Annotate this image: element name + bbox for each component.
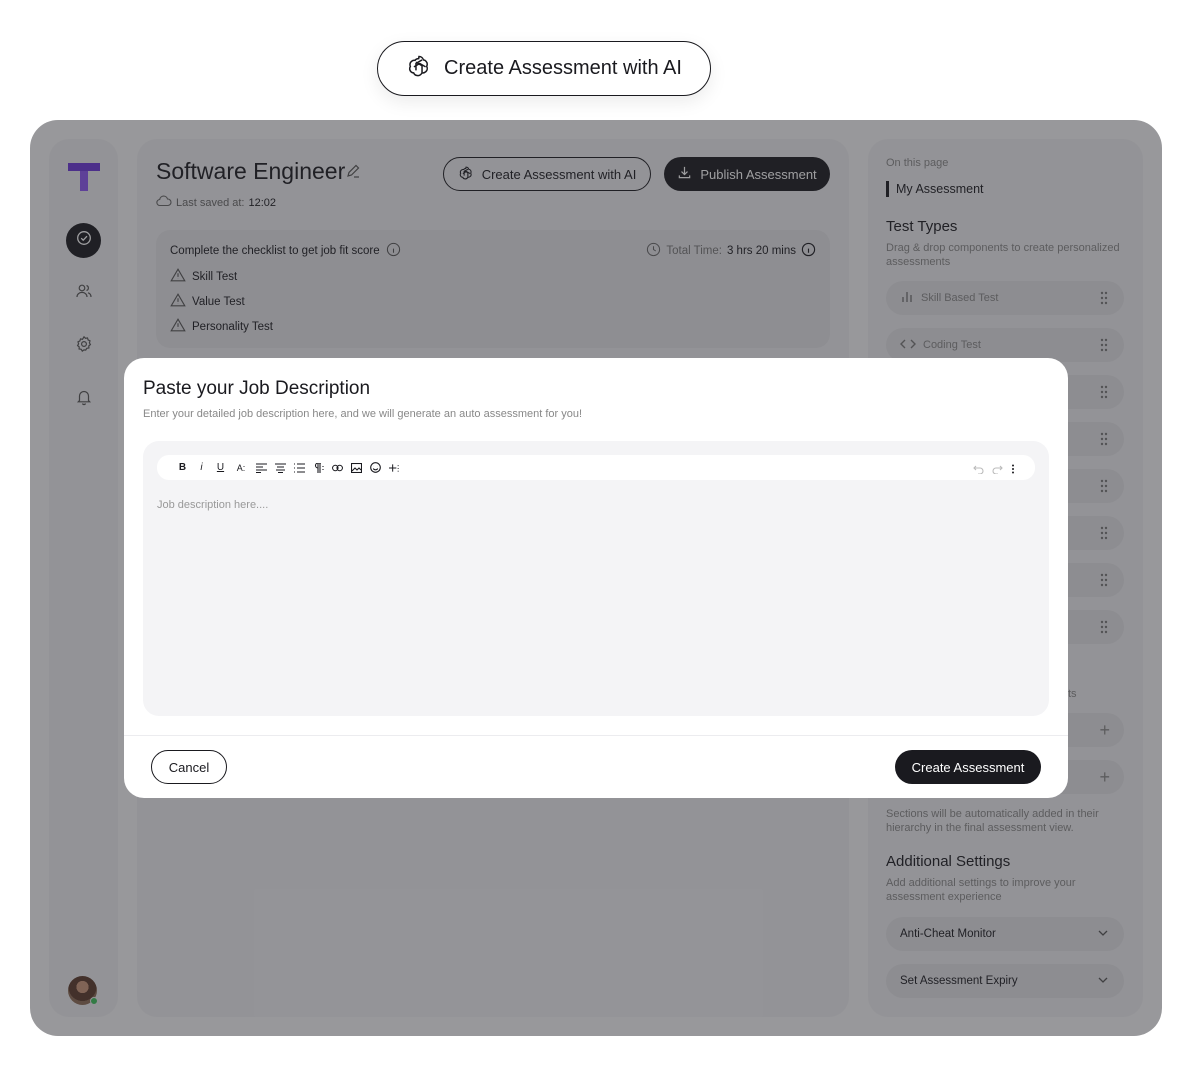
text-size-button[interactable]: A: [234,462,248,474]
create-assessment-button[interactable]: Create Assessment [895,750,1041,784]
hero-label: Create Assessment with AI [444,57,682,79]
redo-icon[interactable] [992,461,1003,479]
job-description-editor[interactable]: B i U A: Job description here.... [143,441,1049,716]
modal-title: Paste your Job Description [143,378,371,399]
create-assessment-ai-hero-button[interactable]: Create Assessment with AI [377,41,711,96]
undo-icon[interactable] [973,461,984,479]
paragraph-icon[interactable] [313,462,324,474]
list-icon[interactable] [294,462,305,474]
italic-button[interactable]: i [196,462,207,474]
underline-button[interactable]: U [215,462,226,474]
align-center-icon[interactable] [275,462,286,474]
modal-subtitle: Enter your detailed job description here… [143,408,583,420]
link-icon[interactable] [332,462,343,474]
emoji-icon[interactable] [370,462,381,474]
job-description-placeholder: Job description here.... [157,499,269,511]
more-vertical-icon[interactable] [1011,461,1015,479]
insert-more-icon[interactable] [389,462,400,474]
modal-divider [124,735,1068,736]
bold-button[interactable]: B [177,462,188,474]
align-left-icon[interactable] [256,462,267,474]
toolbar-right-group [973,461,1015,479]
openai-icon [406,53,432,84]
cancel-button[interactable]: Cancel [151,750,227,784]
image-icon[interactable] [351,462,362,474]
job-description-modal: Paste your Job Description Enter your de… [124,358,1068,798]
editor-toolbar: B i U A: [157,455,1035,480]
